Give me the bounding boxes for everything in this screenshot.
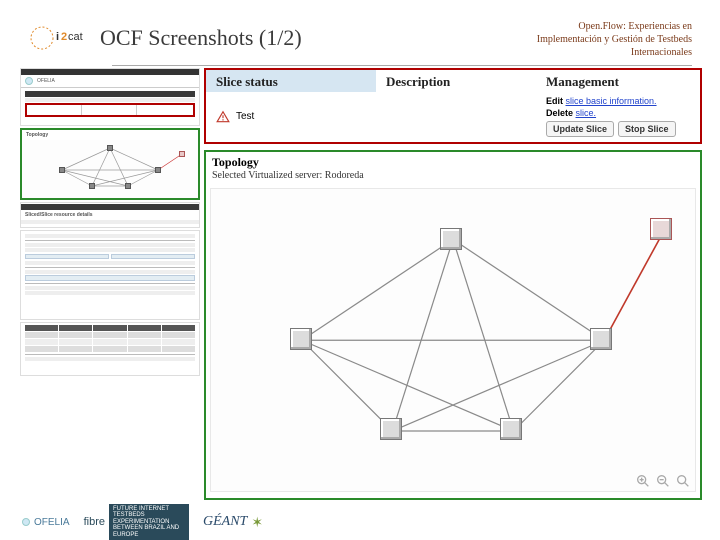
- ofelia-footer-label: OFELIA: [34, 517, 70, 528]
- switch-node[interactable]: [500, 418, 522, 440]
- thumb-resources-label: Sliced/Slice resource details: [21, 211, 199, 219]
- server-node-rodoreda[interactable]: [650, 218, 672, 240]
- mgmt-delete-prefix: Delete: [546, 108, 573, 118]
- header-left: i 2 cat OCF Screenshots (1/2): [28, 20, 302, 56]
- topology-title: Topology: [212, 155, 694, 170]
- thumbnail-aggregates: [20, 230, 200, 320]
- management-cell: Edit slice basic information. Delete sli…: [536, 92, 700, 141]
- switch-node[interactable]: [440, 228, 462, 250]
- thumb-text-line: [25, 98, 195, 102]
- geant-label: GÉANT: [203, 514, 247, 530]
- slice-info-zoom: Slice status Description Management Test…: [204, 68, 702, 144]
- geant-footer-logo: GÉANT ✶: [203, 514, 263, 531]
- svg-text:i: i: [56, 31, 59, 43]
- fibre-sub-label: FUTURE INTERNET TESTBEDS EXPERIMENTATION…: [109, 504, 189, 540]
- mgmt-edit-prefix: Edit: [546, 96, 563, 106]
- topology-canvas[interactable]: [210, 188, 696, 492]
- i2cat-logo: i 2 cat: [28, 20, 88, 56]
- col-header-status: Slice status: [206, 70, 376, 92]
- thumb-brand-label: OFELIA: [37, 78, 55, 84]
- slice-info-header: Slice status Description Management: [206, 70, 700, 92]
- geant-star-icon: ✶: [251, 514, 263, 531]
- svg-text:2: 2: [61, 31, 67, 43]
- footer: OFELIA fibre FUTURE INTERNET TESTBEDS EX…: [0, 504, 720, 540]
- topology-subtitle: Selected Virtualized server: Rodoreda: [212, 170, 694, 181]
- fibre-footer-logo: fibre FUTURE INTERNET TESTBEDS EXPERIMEN…: [84, 504, 189, 540]
- status-text: Test: [236, 111, 254, 122]
- fibre-label: fibre: [84, 516, 105, 528]
- zoom-in-icon[interactable]: [635, 473, 651, 489]
- slice-info-row: Test Edit slice basic information. Delet…: [206, 92, 700, 141]
- thumb-brand-row: OFELIA: [21, 75, 199, 88]
- zoom-controls: [635, 473, 691, 489]
- stop-slice-button[interactable]: Stop Slice: [618, 121, 676, 137]
- switch-node[interactable]: [290, 328, 312, 350]
- ofelia-logo-icon: [25, 77, 33, 85]
- col-header-description: Description: [376, 70, 536, 92]
- thumbnail-table: [20, 322, 200, 376]
- topology-zoom: Topology Selected Virtualized server: Ro…: [204, 150, 702, 500]
- zoom-out-icon[interactable]: [655, 473, 671, 489]
- thumbnail-topology: Topology: [20, 128, 200, 200]
- thumb-slice-info-highlight: [25, 103, 195, 117]
- thumbnail-column: OFELIA Topology: [20, 68, 200, 376]
- ofelia-logo-icon: [22, 518, 30, 526]
- edit-slice-link[interactable]: slice basic information.: [566, 96, 657, 106]
- thumbnail-main: OFELIA: [20, 68, 200, 126]
- content-area: OFELIA Topology: [0, 66, 720, 506]
- description-cell: [376, 92, 536, 141]
- svg-text:cat: cat: [68, 31, 83, 43]
- thumb-section-bar: [25, 91, 195, 97]
- warning-icon: [216, 110, 230, 124]
- switch-node[interactable]: [380, 418, 402, 440]
- thumbnail-resources: Sliced/Slice resource details: [20, 202, 200, 228]
- thumb-topology-mini: [22, 140, 198, 200]
- thumb-topology-label: Topology: [22, 130, 198, 140]
- col-header-management: Management: [536, 70, 700, 92]
- update-slice-button[interactable]: Update Slice: [546, 121, 614, 137]
- topology-header: Topology Selected Virtualized server: Ro…: [206, 152, 700, 184]
- thumb-resources-bar: [21, 204, 199, 210]
- delete-slice-link[interactable]: slice.: [576, 108, 597, 118]
- ofelia-footer-logo: OFELIA: [22, 517, 70, 528]
- status-cell: Test: [206, 92, 376, 141]
- slide-title: OCF Screenshots (1/2): [100, 25, 302, 51]
- zoom-reset-icon[interactable]: [675, 473, 691, 489]
- thumb-body-1: [21, 88, 199, 119]
- slide-subtitle: Open.Flow: Experiencias en Implementació…: [522, 20, 692, 59]
- slide-header: i 2 cat OCF Screenshots (1/2) Open.Flow:…: [0, 0, 720, 65]
- switch-node[interactable]: [590, 328, 612, 350]
